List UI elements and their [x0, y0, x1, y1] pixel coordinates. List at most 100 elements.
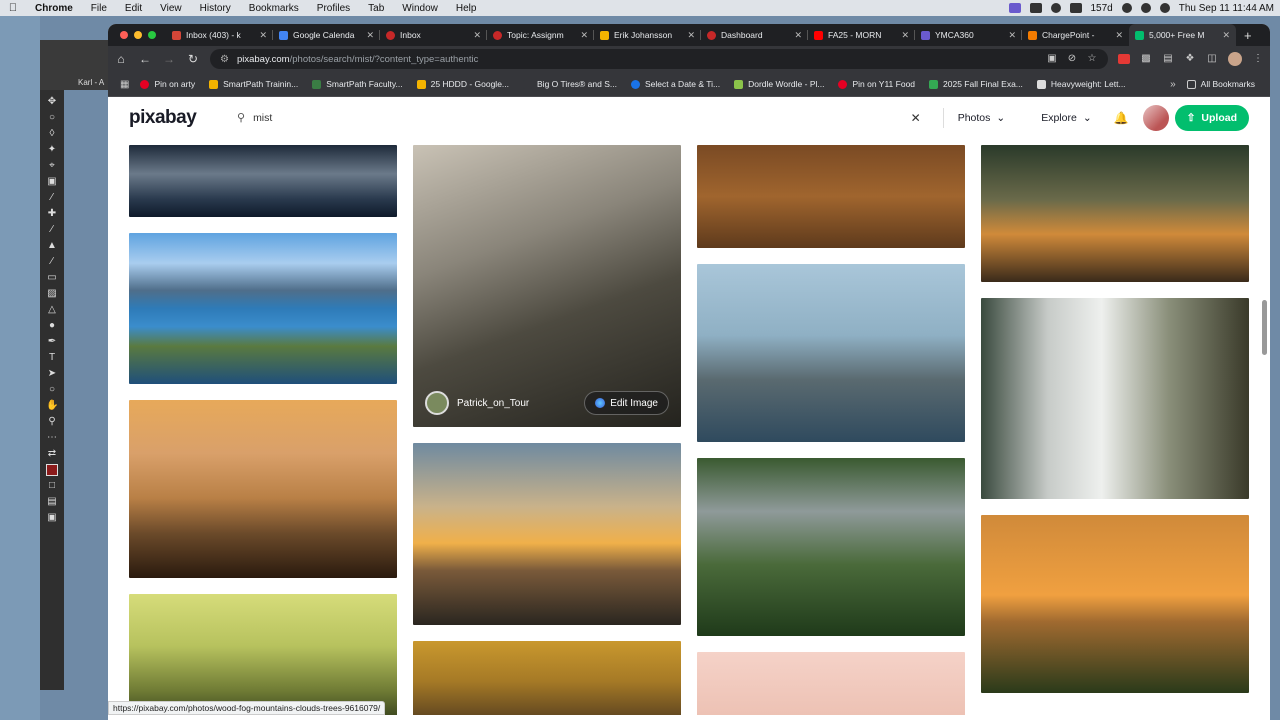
search-input[interactable]: mist: [253, 112, 911, 124]
apple-icon[interactable]: : [0, 2, 26, 14]
close-tab-icon[interactable]: ✕: [1115, 30, 1123, 41]
menu-app-name[interactable]: Chrome: [26, 3, 82, 14]
bookmark-item[interactable]: SmartPath Faculty...: [305, 79, 409, 89]
bookmark-item[interactable]: Select a Date & Ti...: [624, 79, 727, 89]
apps-grid-icon[interactable]: ▦: [116, 79, 133, 90]
plane-icon[interactable]: [1069, 3, 1082, 13]
tab-fa25-morning[interactable]: FA25 - MORN ✕: [808, 24, 915, 46]
more-tools-icon[interactable]: ⋯: [46, 432, 58, 444]
gallery-image-hovered[interactable]: Patrick_on_Tour Edit Image: [413, 145, 681, 427]
close-window-icon[interactable]: [120, 31, 128, 39]
tab-google-calendar[interactable]: Google Calenda ✕: [273, 24, 380, 46]
gradient-tool-icon[interactable]: ▨: [46, 288, 58, 300]
gallery-image[interactable]: [697, 652, 965, 715]
chrome-menu-icon[interactable]: ⋮: [1252, 53, 1264, 65]
zoom-tool-icon[interactable]: ⚲: [46, 416, 58, 428]
path-select-icon[interactable]: ➤: [46, 368, 58, 380]
healing-brush-icon[interactable]: ✚: [46, 208, 58, 220]
clear-search-icon[interactable]: ✕: [911, 111, 921, 125]
install-app-icon[interactable]: ▣: [1046, 53, 1058, 65]
user-avatar[interactable]: [1142, 104, 1169, 131]
address-bar[interactable]: ⚙ pixabay.com/photos/search/mist/?conten…: [210, 49, 1108, 69]
tab-chargepoint[interactable]: ChargePoint - ✕: [1022, 24, 1129, 46]
crop-tool-icon[interactable]: ⌖: [46, 160, 58, 172]
control-center-icon[interactable]: [1159, 3, 1170, 13]
tab-pixabay[interactable]: 5,000+ Free M ✕: [1129, 24, 1236, 46]
forward-icon[interactable]: →: [162, 52, 176, 66]
gallery-image[interactable]: [697, 145, 965, 248]
bookmark-item[interactable]: Heavyweight: Lett...: [1030, 79, 1133, 89]
bookmark-item[interactable]: SmartPath Trainin...: [202, 79, 305, 89]
gallery-image[interactable]: [413, 443, 681, 625]
pixabay-logo[interactable]: pixabay: [129, 107, 229, 129]
menu-file[interactable]: File: [82, 3, 116, 14]
edit-image-button[interactable]: Edit Image: [584, 391, 669, 415]
menu-bookmarks[interactable]: Bookmarks: [240, 3, 308, 14]
type-tool-icon[interactable]: T: [46, 352, 58, 364]
close-tab-icon[interactable]: ✕: [580, 30, 588, 41]
bookmark-item[interactable]: 2025 Fall Final Exa...: [922, 79, 1030, 89]
close-tab-icon[interactable]: ✕: [473, 30, 481, 41]
tab-topic-assignment[interactable]: Topic: Assignm ✕: [487, 24, 594, 46]
swap-colors-icon[interactable]: ⇄: [46, 448, 58, 460]
move-tool-icon[interactable]: ✥: [46, 96, 58, 108]
extensions-puzzle-icon[interactable]: ❖: [1184, 53, 1196, 65]
close-tab-icon[interactable]: ✕: [259, 30, 267, 41]
pen-tool-icon[interactable]: ✒: [46, 336, 58, 348]
notifications-bell-icon[interactable]: 🔔: [1106, 111, 1137, 125]
gallery-image[interactable]: [129, 400, 397, 578]
blur-tool-icon[interactable]: △: [46, 304, 58, 316]
gallery-image[interactable]: [129, 145, 397, 217]
minimize-window-icon[interactable]: [134, 31, 142, 39]
explore-menu[interactable]: Explore ⌄: [1019, 112, 1105, 124]
quick-mask-icon[interactable]: □: [46, 480, 58, 492]
shape-tool-icon[interactable]: ○: [46, 384, 58, 396]
brush-tool-icon[interactable]: ∕: [46, 224, 58, 236]
menu-history[interactable]: History: [191, 3, 240, 14]
wifi-icon[interactable]: [1121, 3, 1132, 13]
screen-share-icon[interactable]: [1008, 3, 1021, 13]
new-tab-icon[interactable]: +: [1236, 28, 1260, 43]
history-brush-icon[interactable]: ∕: [46, 256, 58, 268]
menu-window[interactable]: Window: [393, 3, 447, 14]
close-tab-icon[interactable]: ✕: [1008, 30, 1016, 41]
tab-gmail[interactable]: Inbox (403) - k ✕: [166, 24, 273, 46]
close-tab-icon[interactable]: ✕: [366, 30, 374, 41]
gallery-image[interactable]: [981, 145, 1249, 282]
gallery-image[interactable]: [697, 264, 965, 442]
bookmark-item[interactable]: Dordle Wordle - Pl...: [727, 79, 831, 89]
screen-mode-icon[interactable]: ▤: [46, 496, 58, 508]
extension-icon[interactable]: ▩: [1140, 53, 1152, 65]
upload-button[interactable]: ⇧ Upload: [1174, 104, 1249, 131]
tab-erik-johansson[interactable]: Erik Johansson ✕: [594, 24, 701, 46]
more-bookmarks-icon[interactable]: »: [1166, 79, 1180, 90]
menu-edit[interactable]: Edit: [116, 3, 151, 14]
image-author[interactable]: Patrick_on_Tour: [425, 391, 529, 415]
close-tab-icon[interactable]: ✕: [794, 30, 802, 41]
dropbox-icon[interactable]: [1029, 3, 1042, 13]
gallery-image[interactable]: [129, 594, 397, 715]
tab-inbox[interactable]: Inbox ✕: [380, 24, 487, 46]
search-icon[interactable]: [1140, 3, 1151, 13]
gallery-image[interactable]: [413, 641, 681, 715]
fullscreen-window-icon[interactable]: [148, 31, 156, 39]
gallery-image[interactable]: [697, 458, 965, 636]
menubar-clock[interactable]: Thu Sep 11 11:44 AM: [1179, 3, 1274, 14]
photoshop-tab-label[interactable]: Karl - A: [78, 78, 104, 87]
close-tab-icon[interactable]: ✕: [1222, 30, 1230, 41]
adblock-extension-icon[interactable]: [1118, 54, 1130, 64]
lasso-tool-icon[interactable]: ◊: [46, 128, 58, 140]
menu-tab[interactable]: Tab: [359, 3, 393, 14]
status-icon[interactable]: [1050, 3, 1061, 13]
back-icon[interactable]: ←: [138, 52, 152, 66]
all-bookmarks-folder[interactable]: All Bookmarks: [1180, 79, 1262, 89]
gallery-image[interactable]: [981, 515, 1249, 693]
bookmark-item[interactable]: Big O Tires® and S...: [516, 79, 624, 89]
bookmark-star-icon[interactable]: ☆: [1086, 53, 1098, 65]
close-tab-icon[interactable]: ✕: [901, 30, 909, 41]
dodge-tool-icon[interactable]: ●: [46, 320, 58, 332]
media-type-dropdown[interactable]: Photos ⌄: [944, 112, 1020, 124]
eraser-tool-icon[interactable]: ▭: [46, 272, 58, 284]
reload-icon[interactable]: ↻: [186, 52, 200, 66]
menu-help[interactable]: Help: [447, 3, 486, 14]
